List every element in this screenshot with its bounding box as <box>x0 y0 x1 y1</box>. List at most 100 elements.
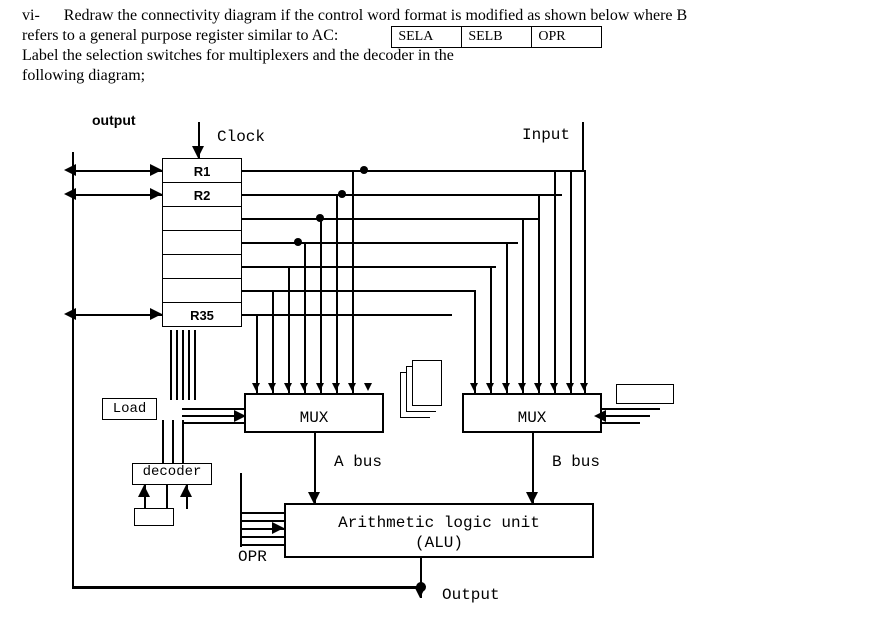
input-line <box>582 122 584 170</box>
dot-icon <box>338 190 346 198</box>
muxa-in-arrow-icon <box>348 383 356 391</box>
selb-line <box>602 408 660 410</box>
register-blank <box>162 206 242 231</box>
muxb-in-arrow-icon <box>518 383 526 391</box>
register-r35: R35 <box>162 302 242 327</box>
muxa-in-line <box>336 194 338 393</box>
reg-out-arrow-icon <box>64 164 76 176</box>
muxb-in-arrow-icon <box>486 383 494 391</box>
reg-out-line <box>72 314 162 316</box>
dec-in-arrow-icon <box>180 485 192 497</box>
reg-in-arrow-icon <box>150 164 162 176</box>
cw-opr: OPR <box>532 27 602 48</box>
opr-line <box>242 544 284 546</box>
reg-out-arrow-icon <box>64 188 76 200</box>
reg-in-arrow-icon <box>150 308 162 320</box>
register-blank <box>162 230 242 255</box>
fan-line <box>242 266 496 268</box>
register-blank <box>162 278 242 303</box>
muxb-in-arrow-icon <box>502 383 510 391</box>
dot-icon <box>360 166 368 174</box>
decoder: decoder <box>132 463 212 485</box>
q-line1: Redraw the connectivity diagram if the c… <box>64 7 687 24</box>
cw-sela: SELA <box>392 27 462 48</box>
muxb-in-line <box>506 242 508 393</box>
fan-line <box>242 194 562 196</box>
alu: Arithmetic logic unit (ALU) <box>284 503 594 558</box>
dec-in-line <box>166 485 168 509</box>
muxb-in-line <box>554 170 556 393</box>
control-word-table: SELA SELB OPR <box>391 26 602 48</box>
mux-b-label: MUX <box>518 409 547 427</box>
muxa-in-arrow-icon <box>300 383 308 391</box>
muxb-in-arrow-icon <box>550 383 558 391</box>
mux-a-label: MUX <box>300 409 329 427</box>
input-label: Input <box>522 126 570 144</box>
load-label: Load <box>113 401 147 417</box>
muxb-in-arrow-icon <box>534 383 542 391</box>
muxb-in-line <box>490 266 492 393</box>
selb-line <box>602 415 650 417</box>
muxb-in-line <box>584 170 586 393</box>
q-line3: Label the selection switches for multipl… <box>22 47 454 64</box>
register-bank: R1 R2 R35 <box>162 158 242 326</box>
alu-line1: Arithmetic logic unit <box>338 514 540 532</box>
fan-line <box>242 170 584 172</box>
a-bus-label: A bus <box>334 453 382 471</box>
muxb-in-arrow-icon <box>470 383 478 391</box>
register-r1: R1 <box>162 158 242 183</box>
fan-line <box>242 218 540 220</box>
question-text: vi- Redraw the connectivity diagram if t… <box>22 6 872 86</box>
muxb-in-line <box>522 218 524 393</box>
load-box: Load <box>102 398 157 420</box>
muxa-in-line <box>352 170 354 393</box>
reg-out-line <box>72 170 162 172</box>
muxa-in-line <box>288 266 290 393</box>
decoder-label: decoder <box>143 464 202 480</box>
mux-b: MUX <box>462 393 602 433</box>
selb-box <box>616 384 674 404</box>
alu-line2: (ALU) <box>415 534 463 552</box>
opr-line <box>242 512 284 514</box>
diagram: output Clock Input R1 R2 R35 MUX <box>22 108 872 623</box>
selb-arrow-icon <box>594 410 606 422</box>
muxa-in-arrow-icon <box>284 383 292 391</box>
sela-line <box>182 422 246 424</box>
stack-sheet-icon <box>412 360 442 406</box>
load-line <box>170 330 172 400</box>
dec-line <box>162 420 164 464</box>
load-line <box>182 330 184 400</box>
q-numeral: vi- <box>22 7 40 24</box>
dec-line <box>172 420 174 464</box>
muxa-in-arrow-icon <box>364 383 372 391</box>
reg-out-arrow-icon <box>64 308 76 320</box>
opr-v-line <box>240 473 242 547</box>
muxa-in-arrow-icon <box>316 383 324 391</box>
load-line <box>176 330 178 400</box>
dot-icon <box>416 582 426 592</box>
muxb-in-line <box>538 194 540 393</box>
muxa-in-line <box>304 242 306 393</box>
selb-line <box>602 422 640 424</box>
muxb-in-line <box>570 170 572 393</box>
clock-arrow-icon <box>192 146 204 158</box>
b-bus-label: B bus <box>552 453 600 471</box>
output-label-top: output <box>92 112 136 128</box>
load-line <box>188 330 190 400</box>
opr-arrow-icon <box>272 522 284 534</box>
dec-sel-box <box>134 508 174 526</box>
muxa-in-arrow-icon <box>268 383 276 391</box>
dec-line <box>182 420 184 464</box>
muxa-in-arrow-icon <box>332 383 340 391</box>
register-blank <box>162 254 242 279</box>
register-r2: R2 <box>162 182 242 207</box>
fan-line <box>242 242 518 244</box>
muxb-in-arrow-icon <box>566 383 574 391</box>
muxa-in-arrow-icon <box>252 383 260 391</box>
reg-out-line <box>72 194 162 196</box>
dot-icon <box>294 238 302 246</box>
mux-dotted-top <box>470 393 594 395</box>
clock-label: Clock <box>217 128 265 146</box>
cw-selb: SELB <box>462 27 532 48</box>
reg-in-arrow-icon <box>150 188 162 200</box>
